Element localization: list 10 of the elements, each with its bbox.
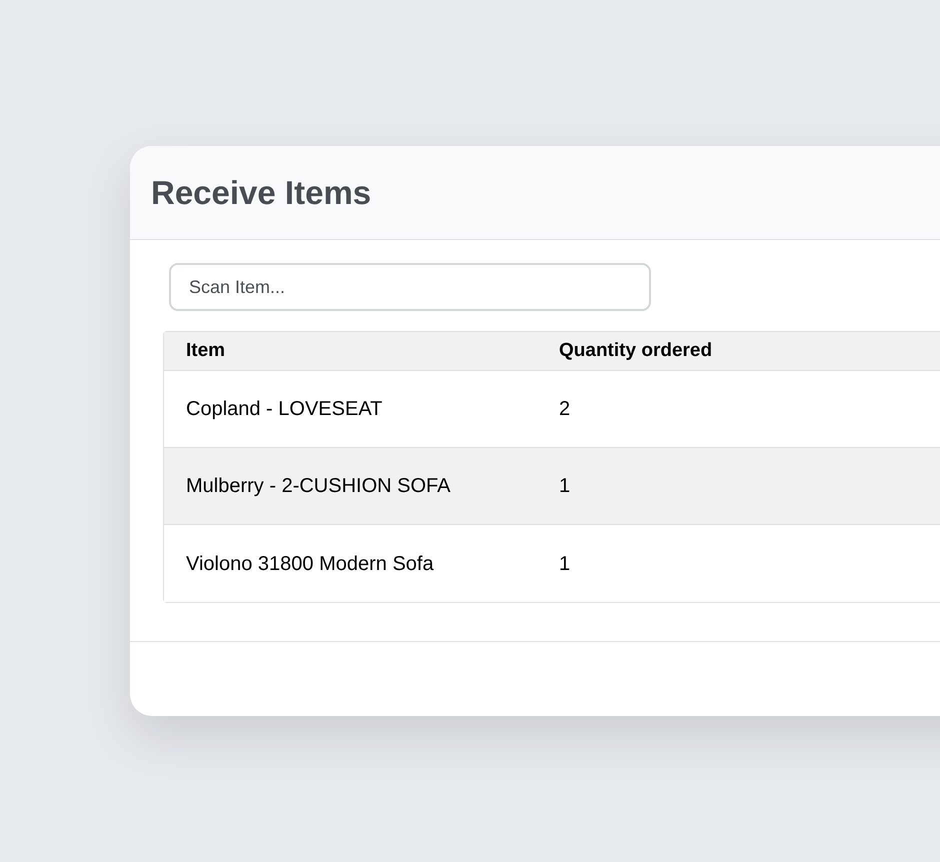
column-header: Item [186,338,226,363]
column-header: Quantity ordered [559,338,712,363]
scan-field[interactable]: Scan Item... [169,263,651,311]
table-cell-text: Mulberry - 2-CUSHION SOFA [186,474,452,499]
dialog-title: Receive Items [151,172,372,213]
table-cell-text: Copland - LOVESEAT [186,397,384,422]
table-cell-text: Violono 31800 Modern Sofa [186,552,435,576]
table-cell-text: 1 [559,474,570,499]
table-cell-text: 2 [559,397,570,422]
table-cell-text: 1 [559,552,570,576]
